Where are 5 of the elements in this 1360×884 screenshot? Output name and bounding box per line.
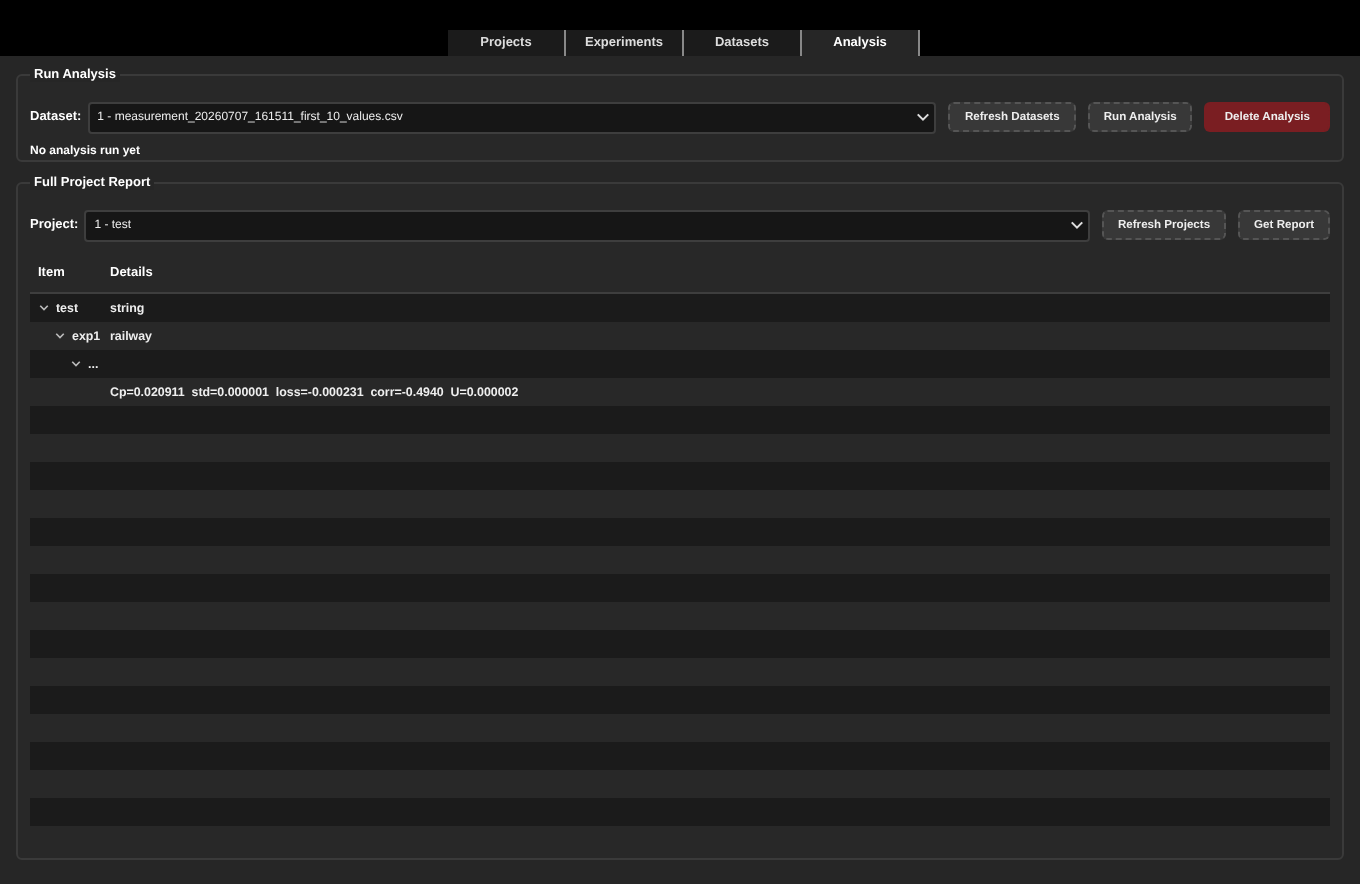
expand-caret-icon[interactable] (70, 358, 82, 370)
expand-caret-icon[interactable] (38, 302, 50, 314)
expand-caret-icon[interactable] (54, 330, 66, 342)
dropdown-caret-icon (916, 110, 931, 124)
dropdown-caret-icon (1069, 218, 1084, 232)
